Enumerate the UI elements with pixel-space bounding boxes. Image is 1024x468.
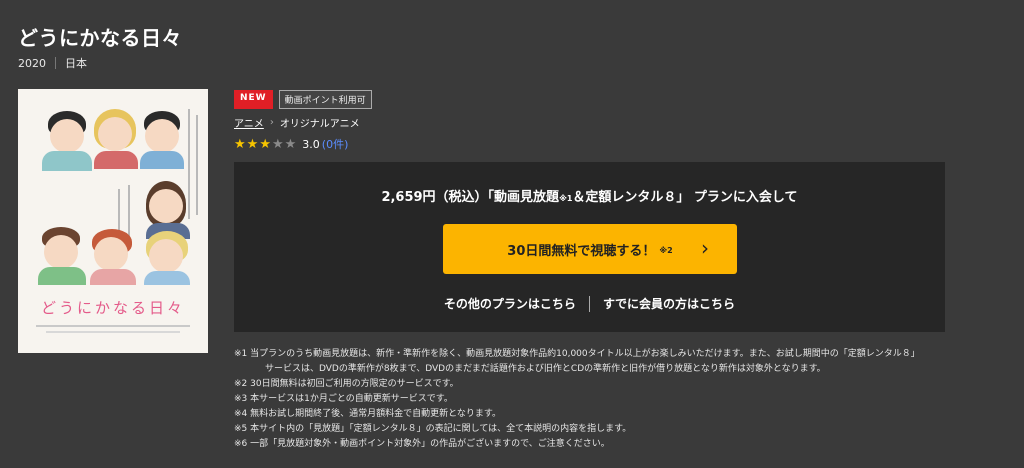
poster-character-body	[140, 151, 184, 169]
page-title: どうにかなる日々	[18, 26, 182, 50]
poster-character-face	[98, 117, 132, 151]
breadcrumb-category-link[interactable]: アニメ	[234, 115, 264, 130]
other-plans-link[interactable]: その他のプランはこちら	[444, 295, 576, 312]
existing-member-link[interactable]: すでに会員の方はこちら	[603, 295, 735, 312]
poster-character-body	[38, 267, 86, 285]
star-empty-icon: ★	[284, 136, 297, 152]
note-line: ※2 30日間無料は初回ご利用の方限定のサービスです。	[234, 379, 459, 389]
poster-credits	[46, 331, 180, 333]
star-filled-icon: ★	[259, 136, 271, 152]
title-meta: 2020 日本	[18, 55, 87, 71]
breadcrumb-subcategory: オリジナルアニメ	[279, 119, 360, 130]
poster-image[interactable]: どうにかなる日々	[18, 89, 208, 353]
free-trial-button[interactable]: 30日間無料で視聴する！ ※2 ›	[443, 224, 737, 274]
rating: ★★★★★ 3.0 (0件)	[234, 136, 348, 152]
poster-character-face	[44, 235, 78, 269]
plan-headline: 2,659円（税込）「動画見放題※1＆定額レンタル８」 プランに入会して	[234, 186, 945, 205]
link-divider	[588, 295, 590, 312]
country: 日本	[65, 57, 87, 70]
plan-headline-prefix: 2,659円（税込）「動画見放題	[381, 190, 560, 205]
plan-headline-note: ※1	[559, 194, 573, 203]
poster-character-face	[149, 189, 183, 223]
poster-character-face	[50, 119, 84, 153]
poster-character-body	[42, 151, 92, 171]
breadcrumb: アニメ › オリジナルアニメ	[234, 115, 360, 130]
note-line: ※5 本サイト内の「見放題」「定額レンタル８」の表記に関しては、全て本説明の内容…	[234, 424, 632, 434]
poster-character-body	[94, 151, 138, 169]
plan-headline-suffix: ＆定額レンタル８」 プランに入会して	[572, 190, 798, 205]
chevron-right-icon: ›	[269, 117, 274, 128]
meta-divider	[55, 57, 56, 69]
poster-character-body	[144, 271, 190, 285]
new-badge: NEW	[234, 90, 273, 109]
plan-panel: 2,659円（税込）「動画見放題※1＆定額レンタル８」 プランに入会して 30日…	[234, 162, 945, 332]
poster-character-face	[149, 239, 183, 273]
rating-stars: ★★★★★	[234, 137, 297, 152]
star-filled-icon: ★	[246, 136, 259, 152]
point-badge: 動画ポイント利用可	[278, 90, 372, 109]
release-year: 2020	[18, 56, 46, 70]
free-trial-button-note: ※2	[659, 246, 673, 255]
review-count-link[interactable]: (0件)	[322, 136, 349, 152]
poster-credits	[36, 325, 190, 327]
note-line: サービスは、DVDの準新作が8枚まで、DVDのまだまだ話題作および旧作とCDの準…	[265, 364, 826, 374]
note-line: ※6 一部「見放題対象外・動画ポイント対象外」の作品がございますので、ご注意くだ…	[234, 439, 610, 449]
star-filled-icon: ★	[234, 136, 246, 152]
poster-character-face	[145, 119, 179, 153]
poster-character-body	[90, 269, 136, 285]
rating-score: 3.0	[302, 137, 320, 151]
poster-title: どうにかなる日々	[40, 299, 185, 317]
poster-vertical-text	[196, 115, 198, 215]
free-trial-button-label: 30日間無料で視聴する！	[507, 243, 656, 259]
disclaimer-notes: ※1 当プランのうち動画見放題は、新作・準新作を除く、動画見放題対象作品約10,…	[234, 347, 1014, 452]
note-line: ※4 無料お試し期間終了後、通常月額料金で自動更新となります。	[234, 409, 501, 419]
poster-vertical-text	[188, 109, 190, 219]
note-line: ※1 当プランのうち動画見放題は、新作・準新作を除く、動画見放題対象作品約10,…	[234, 349, 920, 359]
poster-character-face	[94, 237, 128, 271]
star-empty-icon: ★	[271, 136, 284, 152]
note-line: ※3 本サービスは1か月ごとの自動更新サービスです。	[234, 394, 453, 404]
badges: NEW 動画ポイント利用可	[234, 90, 372, 109]
plan-links: その他のプランはこちら すでに会員の方はこちら	[234, 295, 945, 312]
chevron-right-icon: ›	[701, 236, 709, 260]
